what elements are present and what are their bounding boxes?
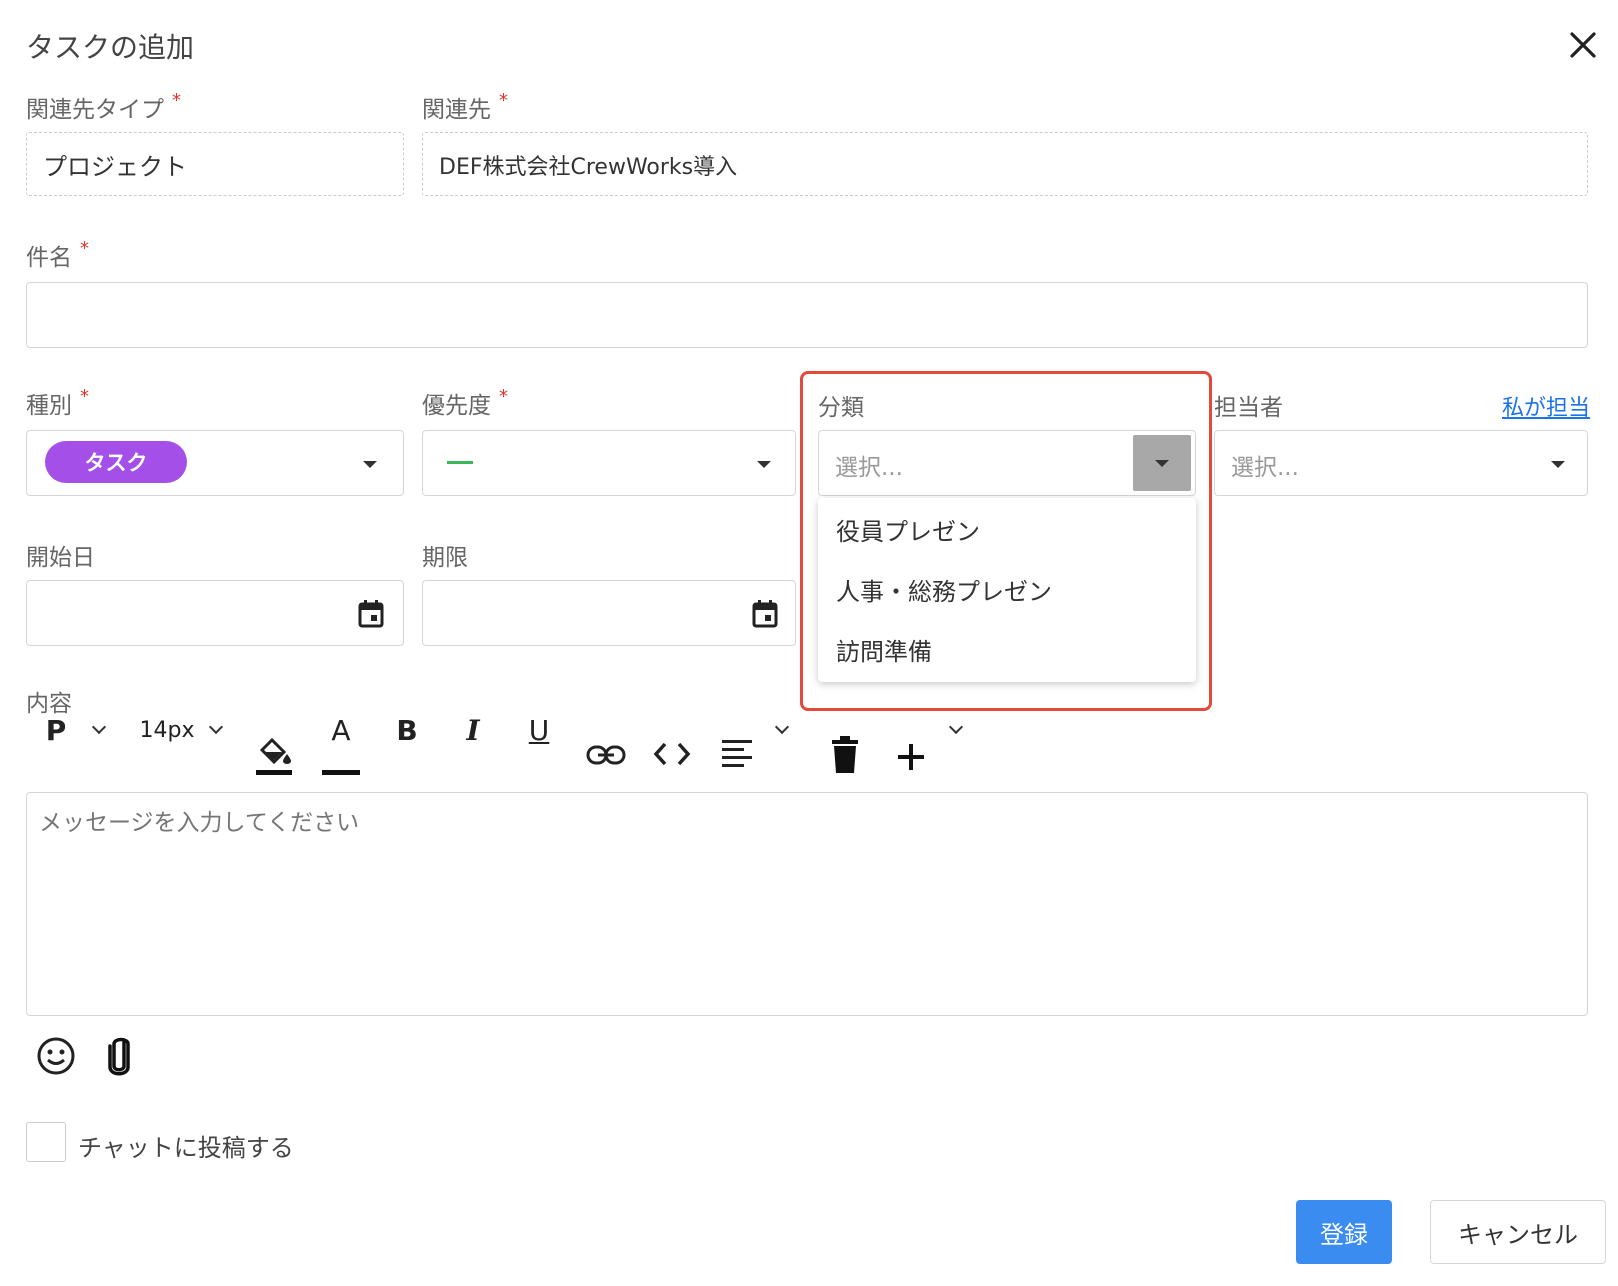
text-color-button[interactable]: A	[322, 710, 360, 750]
kind-select[interactable]: タスク	[26, 430, 404, 496]
kind-label: 種別 *	[26, 386, 89, 419]
required-mark: *	[499, 386, 508, 407]
related-to-value: DEF株式会社CrewWorks導入	[439, 155, 738, 180]
priority-label: 優先度 *	[422, 386, 508, 419]
calendar-icon[interactable]	[751, 599, 779, 629]
required-mark: *	[80, 238, 89, 259]
kind-pill: タスク	[45, 441, 187, 483]
caret-down-icon	[1155, 460, 1169, 467]
chevron-down-icon[interactable]	[774, 719, 790, 735]
category-toggle-button[interactable]	[1133, 435, 1191, 491]
subject-label: 件名 *	[26, 238, 89, 271]
start-date-input[interactable]	[26, 580, 404, 646]
calendar-icon[interactable]	[357, 599, 385, 629]
dialog-title: タスクの追加	[26, 31, 195, 64]
related-to-field: DEF株式会社CrewWorks導入	[422, 132, 1588, 196]
smiley-icon[interactable]	[36, 1036, 76, 1076]
paint-bucket-icon[interactable]	[254, 732, 294, 776]
related-to-label: 関連先 *	[422, 90, 508, 123]
assignee-select[interactable]: 選択...	[1214, 430, 1588, 496]
close-icon[interactable]	[1568, 30, 1598, 60]
chevron-down-icon[interactable]	[948, 719, 964, 735]
category-placeholder: 選択...	[835, 455, 903, 481]
text-color-bar	[322, 770, 360, 775]
due-date-input[interactable]	[422, 580, 796, 646]
chevron-down-icon[interactable]	[91, 719, 107, 735]
priority-select[interactable]	[422, 430, 796, 496]
trash-icon[interactable]	[830, 736, 860, 774]
code-icon[interactable]	[652, 738, 692, 770]
link-icon[interactable]	[586, 742, 626, 768]
content-editor[interactable]	[26, 792, 1588, 1016]
cancel-button[interactable]: キャンセル	[1430, 1200, 1606, 1264]
submit-button[interactable]: 登録	[1296, 1200, 1392, 1264]
underline-button[interactable]: U	[524, 710, 554, 750]
chevron-down-icon[interactable]	[208, 719, 224, 735]
category-option[interactable]: 人事・総務プレゼン	[836, 572, 1052, 607]
category-option[interactable]: 訪問準備	[836, 632, 932, 667]
required-mark: *	[80, 386, 89, 407]
post-to-chat-checkbox[interactable]	[26, 1122, 66, 1162]
related-type-label: 関連先タイプ *	[26, 90, 181, 123]
required-mark: *	[172, 90, 181, 111]
post-to-chat-label: チャットに投稿する	[78, 1134, 294, 1162]
plus-icon[interactable]	[896, 742, 926, 772]
related-type-field: プロジェクト	[26, 132, 404, 196]
due-date-label: 期限	[422, 545, 468, 571]
category-option[interactable]: 役員プレゼン	[836, 512, 980, 547]
paragraph-format-button[interactable]: P	[44, 710, 68, 750]
caret-down-icon	[363, 461, 377, 468]
related-type-value: プロジェクト	[43, 153, 187, 181]
category-label: 分類	[818, 395, 864, 421]
priority-none-indicator	[447, 461, 473, 464]
italic-button[interactable]: I	[458, 710, 488, 750]
subject-input[interactable]	[26, 282, 1588, 348]
category-select[interactable]: 選択...	[818, 430, 1196, 496]
assignee-label: 担当者	[1214, 395, 1283, 421]
required-mark: *	[499, 90, 508, 111]
assignee-placeholder: 選択...	[1231, 455, 1299, 481]
start-date-label: 開始日	[26, 545, 95, 571]
category-dropdown: 役員プレゼン 人事・総務プレゼン 訪問準備	[818, 498, 1196, 682]
bold-button[interactable]: B	[392, 710, 422, 750]
text-color-letter: A	[331, 713, 351, 747]
caret-down-icon	[757, 461, 771, 468]
paperclip-icon[interactable]	[104, 1034, 134, 1078]
assign-me-link[interactable]: 私が担当	[1502, 390, 1590, 422]
align-left-icon[interactable]	[720, 738, 756, 772]
font-size-button[interactable]: 14px	[138, 710, 196, 750]
caret-down-icon	[1551, 461, 1565, 468]
